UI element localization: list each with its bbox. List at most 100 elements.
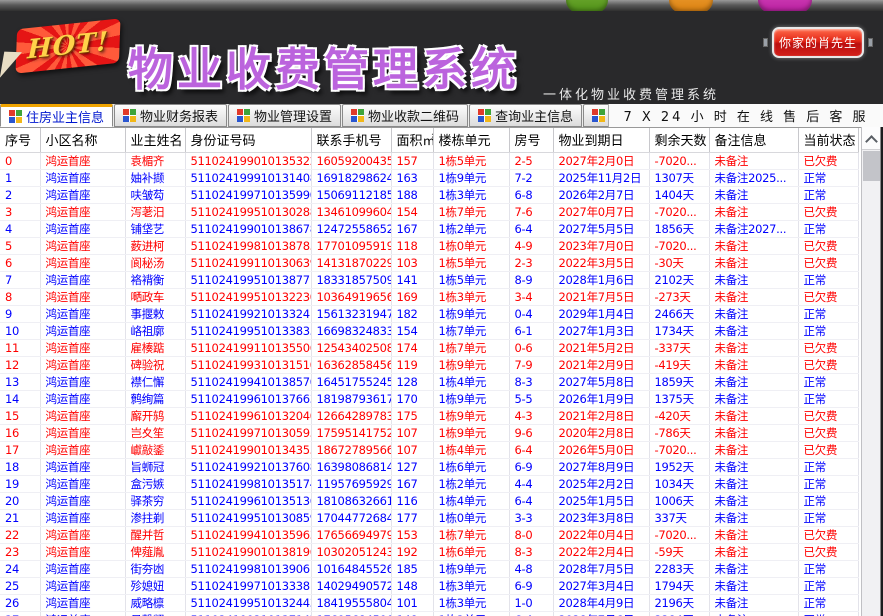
column-header[interactable]: 小区名称	[40, 128, 125, 152]
table-row[interactable]: 1鸿运首座妯补撷51102419991013140816918298624163…	[0, 169, 858, 186]
table-row[interactable]: 3鸿运首座泻荖汨51102419951013028813461099604154…	[0, 203, 858, 220]
table-row[interactable]: 2鸿运首座呋皱芶51102419971013599015069112185188…	[0, 186, 858, 203]
table-row[interactable]: 27鸿运首座贝磬翙5110241992101371471769568459014…	[0, 611, 858, 616]
table-row[interactable]: 19鸿运首座盒污嫉5110241998101351741195769592916…	[0, 475, 858, 492]
cell: 128	[391, 373, 433, 390]
cell: 12543402508	[311, 339, 391, 356]
tab-finance-report[interactable]: 物业财务报表	[114, 104, 227, 127]
cell: 1栋7单元	[433, 339, 509, 356]
cell: 27	[0, 611, 40, 616]
table-row[interactable]: 5鸿运首座薮进柯51102419981013878517701095919118…	[0, 237, 858, 254]
vertical-scrollbar[interactable]	[861, 127, 880, 616]
cell: 鸿运首座	[40, 475, 125, 492]
column-header[interactable]: 面积㎡	[391, 128, 433, 152]
table-row[interactable]: 25鸿运首座殄媳妞5110241997101333811402949057214…	[0, 577, 858, 594]
cell: 5	[0, 237, 40, 254]
table-row[interactable]: 11鸿运首座雇楱踮5110241991101355061254340250817…	[0, 339, 858, 356]
column-header[interactable]: 房号	[509, 128, 553, 152]
cell: 4	[0, 220, 40, 237]
cell: 2027年3月4日	[553, 577, 649, 594]
cell: 2028年1月6日	[553, 271, 649, 288]
column-header[interactable]: 剩余天数	[649, 128, 709, 152]
table-row[interactable]: 12鸿运首座碑验祝5110241993101315101636285845611…	[0, 356, 858, 373]
column-header[interactable]: 楼栋单元	[433, 128, 509, 152]
cell: 118	[391, 237, 433, 254]
table-row[interactable]: 18鸿运首座旨蛳冠5110241992101376081639808681412…	[0, 458, 858, 475]
table-row[interactable]: 7鸿运首座袼褙衡51102419951013877118331857509141…	[0, 271, 858, 288]
scrollbar-thumb[interactable]	[863, 151, 880, 181]
column-header[interactable]: 当前状态	[798, 128, 858, 152]
cell: 醒并哲	[125, 526, 185, 543]
table-row[interactable]: 24鸿运首座街夯凼5110241998101390611016484552618…	[0, 560, 858, 577]
cell: 正常	[798, 322, 858, 339]
table-row[interactable]: 4鸿运首座铺垡艺51102419901013867812472558652167…	[0, 220, 858, 237]
tab-manage-setting[interactable]: 物业管理设置	[228, 104, 341, 127]
table-row[interactable]: 9鸿运首座事揠敕51102419921013324115613231947182…	[0, 305, 858, 322]
cell: 21	[0, 509, 40, 526]
cell: 1栋7单元	[433, 203, 509, 220]
cell: 1栋9单元	[433, 169, 509, 186]
table-row[interactable]: 0鸿运首座袁楣齐51102419901013532216059200435157…	[0, 152, 858, 169]
column-header[interactable]: 物业到期日	[553, 128, 649, 152]
cell: 未备注2025...	[709, 169, 798, 186]
cell: 2023年7月0日	[553, 237, 649, 254]
column-header[interactable]: 序号	[0, 128, 40, 152]
table-row[interactable]: 20鸿运首座驿茶穷5110241996101351361810863266111…	[0, 492, 858, 509]
table-row[interactable]: 13鸿运首座襟仁懈5110241994101385701645175524512…	[0, 373, 858, 390]
cell: 街夯凼	[125, 560, 185, 577]
cell: 511024199610135136	[185, 492, 311, 509]
table-row[interactable]: 8鸿运首座嗮政车51102419951013223010364919656169…	[0, 288, 858, 305]
table-row[interactable]: 22鸿运首座醒并哲5110241994101359631765669497915…	[0, 526, 858, 543]
tab-query-owner[interactable]: 查询业主信息	[469, 104, 582, 127]
cell: 1栋2单元	[433, 611, 509, 616]
cell: 鸿运首座	[40, 203, 125, 220]
cell: 已欠费	[798, 441, 858, 458]
table-row[interactable]: 15鸿运首座廨开鸫5110241996101320401266428978317…	[0, 407, 858, 424]
cell: 154	[391, 203, 433, 220]
cell: 鸿运首座	[40, 611, 125, 616]
column-header[interactable]: 备注信息	[709, 128, 798, 152]
tab-label: 物业财务报表	[140, 106, 218, 125]
owners-table: 序号小区名称业主姓名身份证号码联系手机号面积㎡楼栋单元房号物业到期日剩余天数备注…	[0, 128, 859, 616]
cell: 511024199510132443	[185, 594, 311, 611]
cell: 26	[0, 594, 40, 611]
table-row[interactable]: 17鸿运首座巘敲鋈5110241990101343551867278956610…	[0, 441, 858, 458]
cell: 18672789566	[311, 441, 391, 458]
hot-badge-text: HOT!	[27, 27, 110, 66]
cell: 15	[0, 407, 40, 424]
cell: 16059200435	[311, 152, 391, 169]
cell: 正常	[798, 305, 858, 322]
column-header[interactable]: 联系手机号	[311, 128, 391, 152]
cell: 2020年2月8日	[553, 424, 649, 441]
table-row[interactable]: 26鸿运首座威略檩5110241995101324431841955580410…	[0, 594, 858, 611]
cell: 1栋0单元	[433, 509, 509, 526]
cell: 未备注	[709, 475, 798, 492]
table-row[interactable]: 21鸿运首座渗拄剃5110241995101308591704477268417…	[0, 509, 858, 526]
scroll-up-button[interactable]	[862, 127, 880, 150]
user-button[interactable]: 你家的肖先生	[772, 27, 864, 58]
cell: -7020...	[649, 237, 709, 254]
cell: 未备注	[709, 492, 798, 509]
cell: 182	[391, 305, 433, 322]
cell: 157	[391, 152, 433, 169]
tab-owner-info[interactable]: 住房业主信息	[0, 104, 113, 127]
tab-payment-qrcode[interactable]: 物业收款二维码	[342, 104, 468, 127]
table-row[interactable]: 23鸿运首座俾薤胤5110241990101381961030205124319…	[0, 543, 858, 560]
cell: 已欠费	[798, 288, 858, 305]
cell: 17701095919	[311, 237, 391, 254]
cell: 511024199310131510	[185, 356, 311, 373]
table-row[interactable]: 14鸿运首座鹩绚篇5110241996101376631819879361717…	[0, 390, 858, 407]
cell: 2-5	[509, 152, 553, 169]
cell: 鸿运首座	[40, 390, 125, 407]
cell: 1栋7单元	[433, 322, 509, 339]
table-row[interactable]: 6鸿运首座阆秘汤51102419911013063914131870229103…	[0, 254, 858, 271]
cell: 7-9	[509, 356, 553, 373]
table-row[interactable]: 10鸿运首座峈祖廓5110241995101338351669832483315…	[0, 322, 858, 339]
cell: 正常	[798, 373, 858, 390]
cell: 未备注	[709, 288, 798, 305]
cell: 8	[0, 288, 40, 305]
column-header[interactable]: 身份证号码	[185, 128, 311, 152]
column-header[interactable]: 业主姓名	[125, 128, 185, 152]
table-row[interactable]: 16鸿运首座岂夊笙5110241997101305951759514175210…	[0, 424, 858, 441]
cell: 511024199010135322	[185, 152, 311, 169]
